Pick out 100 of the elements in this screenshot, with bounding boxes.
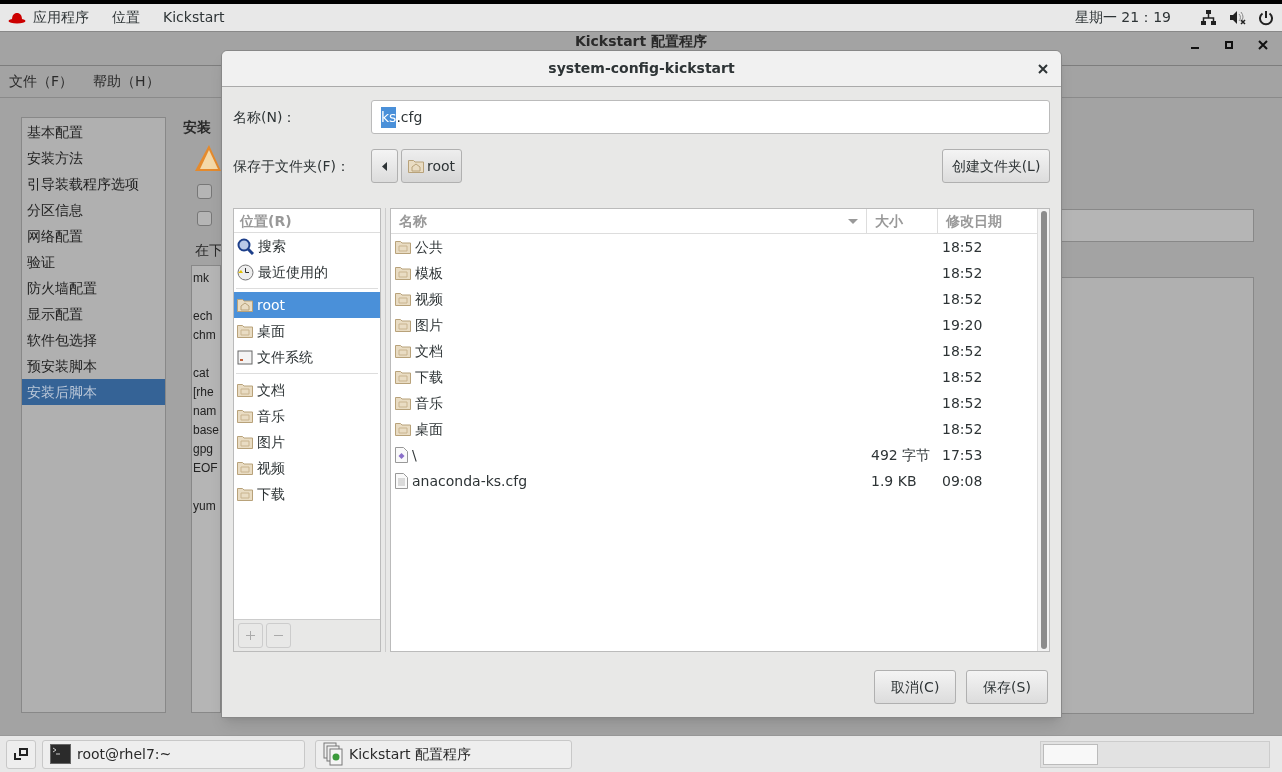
script-line: mk	[193, 270, 209, 287]
folder-icon	[237, 461, 253, 475]
home-folder-icon	[237, 298, 253, 312]
sidebar-item[interactable]: 网络配置	[22, 223, 165, 249]
dialog-title: system-config-kickstart	[548, 59, 735, 78]
folder-icon	[237, 435, 253, 449]
file-modified: 18:52	[942, 394, 983, 411]
places-item[interactable]: 搜索	[234, 233, 380, 259]
create-folder-button[interactable]: 创建文件夹(L)	[942, 149, 1050, 183]
workspace-switcher[interactable]	[1040, 740, 1270, 768]
file-name[interactable]: 公共	[415, 236, 443, 258]
places-item[interactable]: 音乐	[234, 403, 380, 429]
places-item[interactable]: 下载	[234, 481, 380, 507]
file-modified: 09:08	[942, 472, 983, 489]
script-line: [rhe	[193, 384, 214, 401]
script-line: base	[193, 422, 220, 439]
script-line: nam	[193, 403, 217, 420]
file-modified: 18:52	[942, 238, 983, 255]
file-modified: 18:52	[942, 342, 983, 359]
maximize-icon[interactable]	[1224, 40, 1234, 50]
clock-icon	[237, 263, 254, 281]
left-arrow-icon	[382, 161, 387, 171]
clock[interactable]: 星期一 21：19	[1074, 7, 1171, 28]
places-item[interactable]: 桌面	[234, 318, 380, 344]
places-item[interactable]: 图片	[234, 429, 380, 455]
checkbox[interactable]	[197, 184, 212, 199]
file-name[interactable]: \	[412, 444, 417, 466]
script-line: EOF	[193, 460, 218, 477]
file-name[interactable]: 文档	[415, 340, 443, 362]
windows-icon	[14, 748, 28, 760]
script-line: chm	[193, 327, 216, 344]
sidebar-item[interactable]: 验证	[22, 249, 165, 275]
top-menu[interactable]: 位置	[112, 7, 140, 28]
folder-icon	[395, 266, 411, 280]
file-name[interactable]: 视频	[415, 288, 443, 310]
dialog-button[interactable]: 取消(C)	[874, 670, 956, 704]
close-icon[interactable]	[1038, 64, 1048, 74]
warning-icon	[195, 144, 221, 172]
file-modified: 18:52	[942, 290, 983, 307]
menu-item[interactable]: 文件（F）	[9, 71, 74, 92]
places-item[interactable]: 文件系统	[234, 344, 380, 370]
file-name[interactable]: 下载	[415, 366, 443, 388]
folder-icon	[237, 487, 253, 501]
name-field[interactable]: ks.cfg	[371, 100, 1050, 134]
menu-item[interactable]: 帮助（H）	[93, 71, 160, 92]
show-desktop-button[interactable]	[6, 739, 36, 769]
file-name[interactable]: 图片	[415, 314, 443, 336]
places-item[interactable]: 视频	[234, 455, 380, 481]
volume-muted-icon[interactable]	[1230, 10, 1246, 25]
minus-icon	[274, 634, 283, 637]
file-size: 1.9 KB	[871, 472, 917, 489]
file-name[interactable]: anaconda-ks.cfg	[412, 470, 528, 492]
folder-icon	[395, 344, 411, 358]
dialog-button[interactable]: 保存(S)	[966, 670, 1048, 704]
script-line: ech	[193, 308, 213, 325]
sidebar-item[interactable]: 基本配置	[22, 119, 165, 145]
text-file-icon	[395, 473, 408, 489]
file-size: 492 字节	[871, 446, 931, 463]
folder-icon	[395, 370, 411, 384]
sidebar-item[interactable]: 安装后脚本	[22, 379, 165, 405]
file-name[interactable]: 模板	[415, 262, 443, 284]
workspace-thumbnail[interactable]	[1043, 743, 1098, 765]
checkbox[interactable]	[197, 211, 212, 226]
folder-icon	[395, 396, 411, 410]
sidebar-item[interactable]: 分区信息	[22, 197, 165, 223]
power-icon[interactable]	[1258, 9, 1274, 26]
taskbar-item[interactable]: root@rhel7:~	[42, 739, 305, 769]
file-modified: 18:52	[942, 368, 983, 385]
file-name[interactable]: 桌面	[415, 418, 443, 440]
folder-icon	[237, 324, 253, 338]
sidebar-item[interactable]: 显示配置	[22, 301, 165, 327]
sidebar-item[interactable]: 防火墙配置	[22, 275, 165, 301]
home-folder-icon	[408, 159, 424, 173]
hat-logo-icon	[8, 11, 26, 24]
documents-icon	[323, 742, 343, 766]
sort-down-icon	[848, 218, 858, 224]
top-menu[interactable]: 应用程序	[33, 7, 89, 28]
folder-icon	[395, 292, 411, 306]
sidebar-item[interactable]: 安装方法	[22, 145, 165, 171]
taskbar-item[interactable]: Kickstart 配置程序	[315, 739, 572, 769]
file-modified: 19:20	[942, 316, 983, 333]
folder-label: 保存于文件夹(F)：	[233, 156, 351, 176]
path-button[interactable]: root	[401, 149, 463, 183]
file-modified: 18:52	[942, 420, 983, 437]
places-item[interactable]: 文档	[234, 377, 380, 403]
back-button[interactable]	[371, 149, 398, 183]
folder-icon	[237, 409, 253, 423]
file-name[interactable]: 音乐	[415, 392, 443, 414]
sidebar-item[interactable]: 软件包选择	[22, 327, 165, 353]
section-title: 安装	[183, 118, 212, 137]
script-file-icon	[395, 447, 408, 463]
file-modified: 18:52	[942, 264, 983, 281]
sidebar-item[interactable]: 引导装载程序选项	[22, 171, 165, 197]
top-menu[interactable]: Kickstart	[163, 7, 225, 28]
close-icon[interactable]	[1258, 40, 1268, 50]
sidebar-item[interactable]: 预安装脚本	[22, 353, 165, 379]
network-icon[interactable]	[1201, 10, 1216, 25]
file-modified: 17:53	[942, 446, 983, 463]
places-item[interactable]: 最近使用的	[234, 259, 380, 285]
folder-icon	[395, 240, 411, 254]
